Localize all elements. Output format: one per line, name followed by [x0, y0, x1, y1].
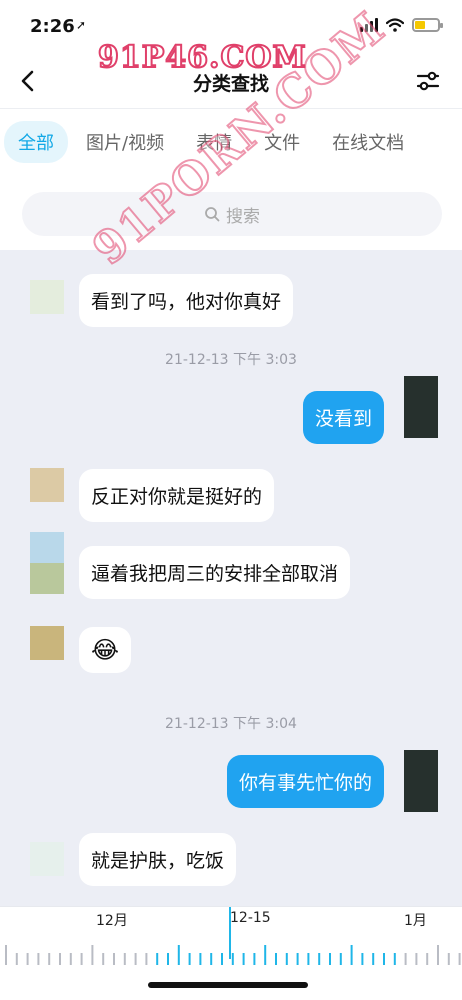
- location-icon: ➚: [76, 18, 87, 32]
- chat-history: 看到了吗，他对你真好 21-12-13 下午 3:03 没看到 反正对你就是挺好…: [0, 250, 462, 906]
- message-bubble-sent[interactable]: 你有事先忙你的: [226, 755, 384, 808]
- search-placeholder: 搜索: [226, 206, 260, 227]
- timeline-ticks: [5, 945, 461, 965]
- status-icons: [360, 18, 443, 32]
- contact-avatar[interactable]: [30, 280, 64, 314]
- filter-settings-icon[interactable]: [416, 70, 440, 92]
- category-tabs: 全部 图片/视频 表情 文件 在线文档: [0, 120, 462, 164]
- nav-divider: [0, 108, 462, 109]
- contact-avatar[interactable]: [30, 626, 64, 660]
- wifi-icon: [386, 18, 404, 32]
- status-time: 2:26: [30, 16, 75, 37]
- search-input[interactable]: 搜索: [22, 192, 442, 236]
- message-bubble-received[interactable]: 看到了吗，他对你真好: [79, 274, 294, 327]
- my-avatar[interactable]: [404, 376, 438, 438]
- search-icon: [205, 207, 220, 222]
- battery-icon: [412, 18, 443, 32]
- message-bubble-received[interactable]: 😂: [79, 627, 132, 673]
- contact-avatar[interactable]: [30, 532, 64, 594]
- watermark-logo: 91P46.COM: [97, 39, 307, 76]
- tab-all[interactable]: 全部: [4, 121, 68, 163]
- tab-files[interactable]: 文件: [250, 121, 314, 163]
- contact-avatar[interactable]: [30, 468, 64, 502]
- home-indicator: [148, 982, 308, 988]
- tab-images-videos[interactable]: 图片/视频: [72, 121, 178, 163]
- contact-avatar[interactable]: [30, 842, 64, 876]
- message-bubble-received[interactable]: 反正对你就是挺好的: [79, 469, 275, 522]
- message-bubble-sent[interactable]: 没看到: [302, 391, 384, 444]
- timeline-label-current-date: 12-15: [230, 910, 271, 926]
- message-timestamp: 21-12-13 下午 3:04: [165, 716, 297, 732]
- timeline-label-january: 1月: [404, 913, 427, 929]
- message-bubble-received[interactable]: 逼着我把周三的安排全部取消: [79, 546, 351, 599]
- tab-online-docs[interactable]: 在线文档: [318, 121, 418, 163]
- cellular-signal-icon: [360, 18, 378, 32]
- timeline-label-december: 12月: [96, 913, 128, 929]
- message-bubble-received[interactable]: 就是护肤，吃饭: [79, 833, 237, 886]
- my-avatar[interactable]: [404, 750, 438, 812]
- message-timestamp: 21-12-13 下午 3:03: [165, 352, 297, 368]
- tab-stickers[interactable]: 表情: [182, 121, 246, 163]
